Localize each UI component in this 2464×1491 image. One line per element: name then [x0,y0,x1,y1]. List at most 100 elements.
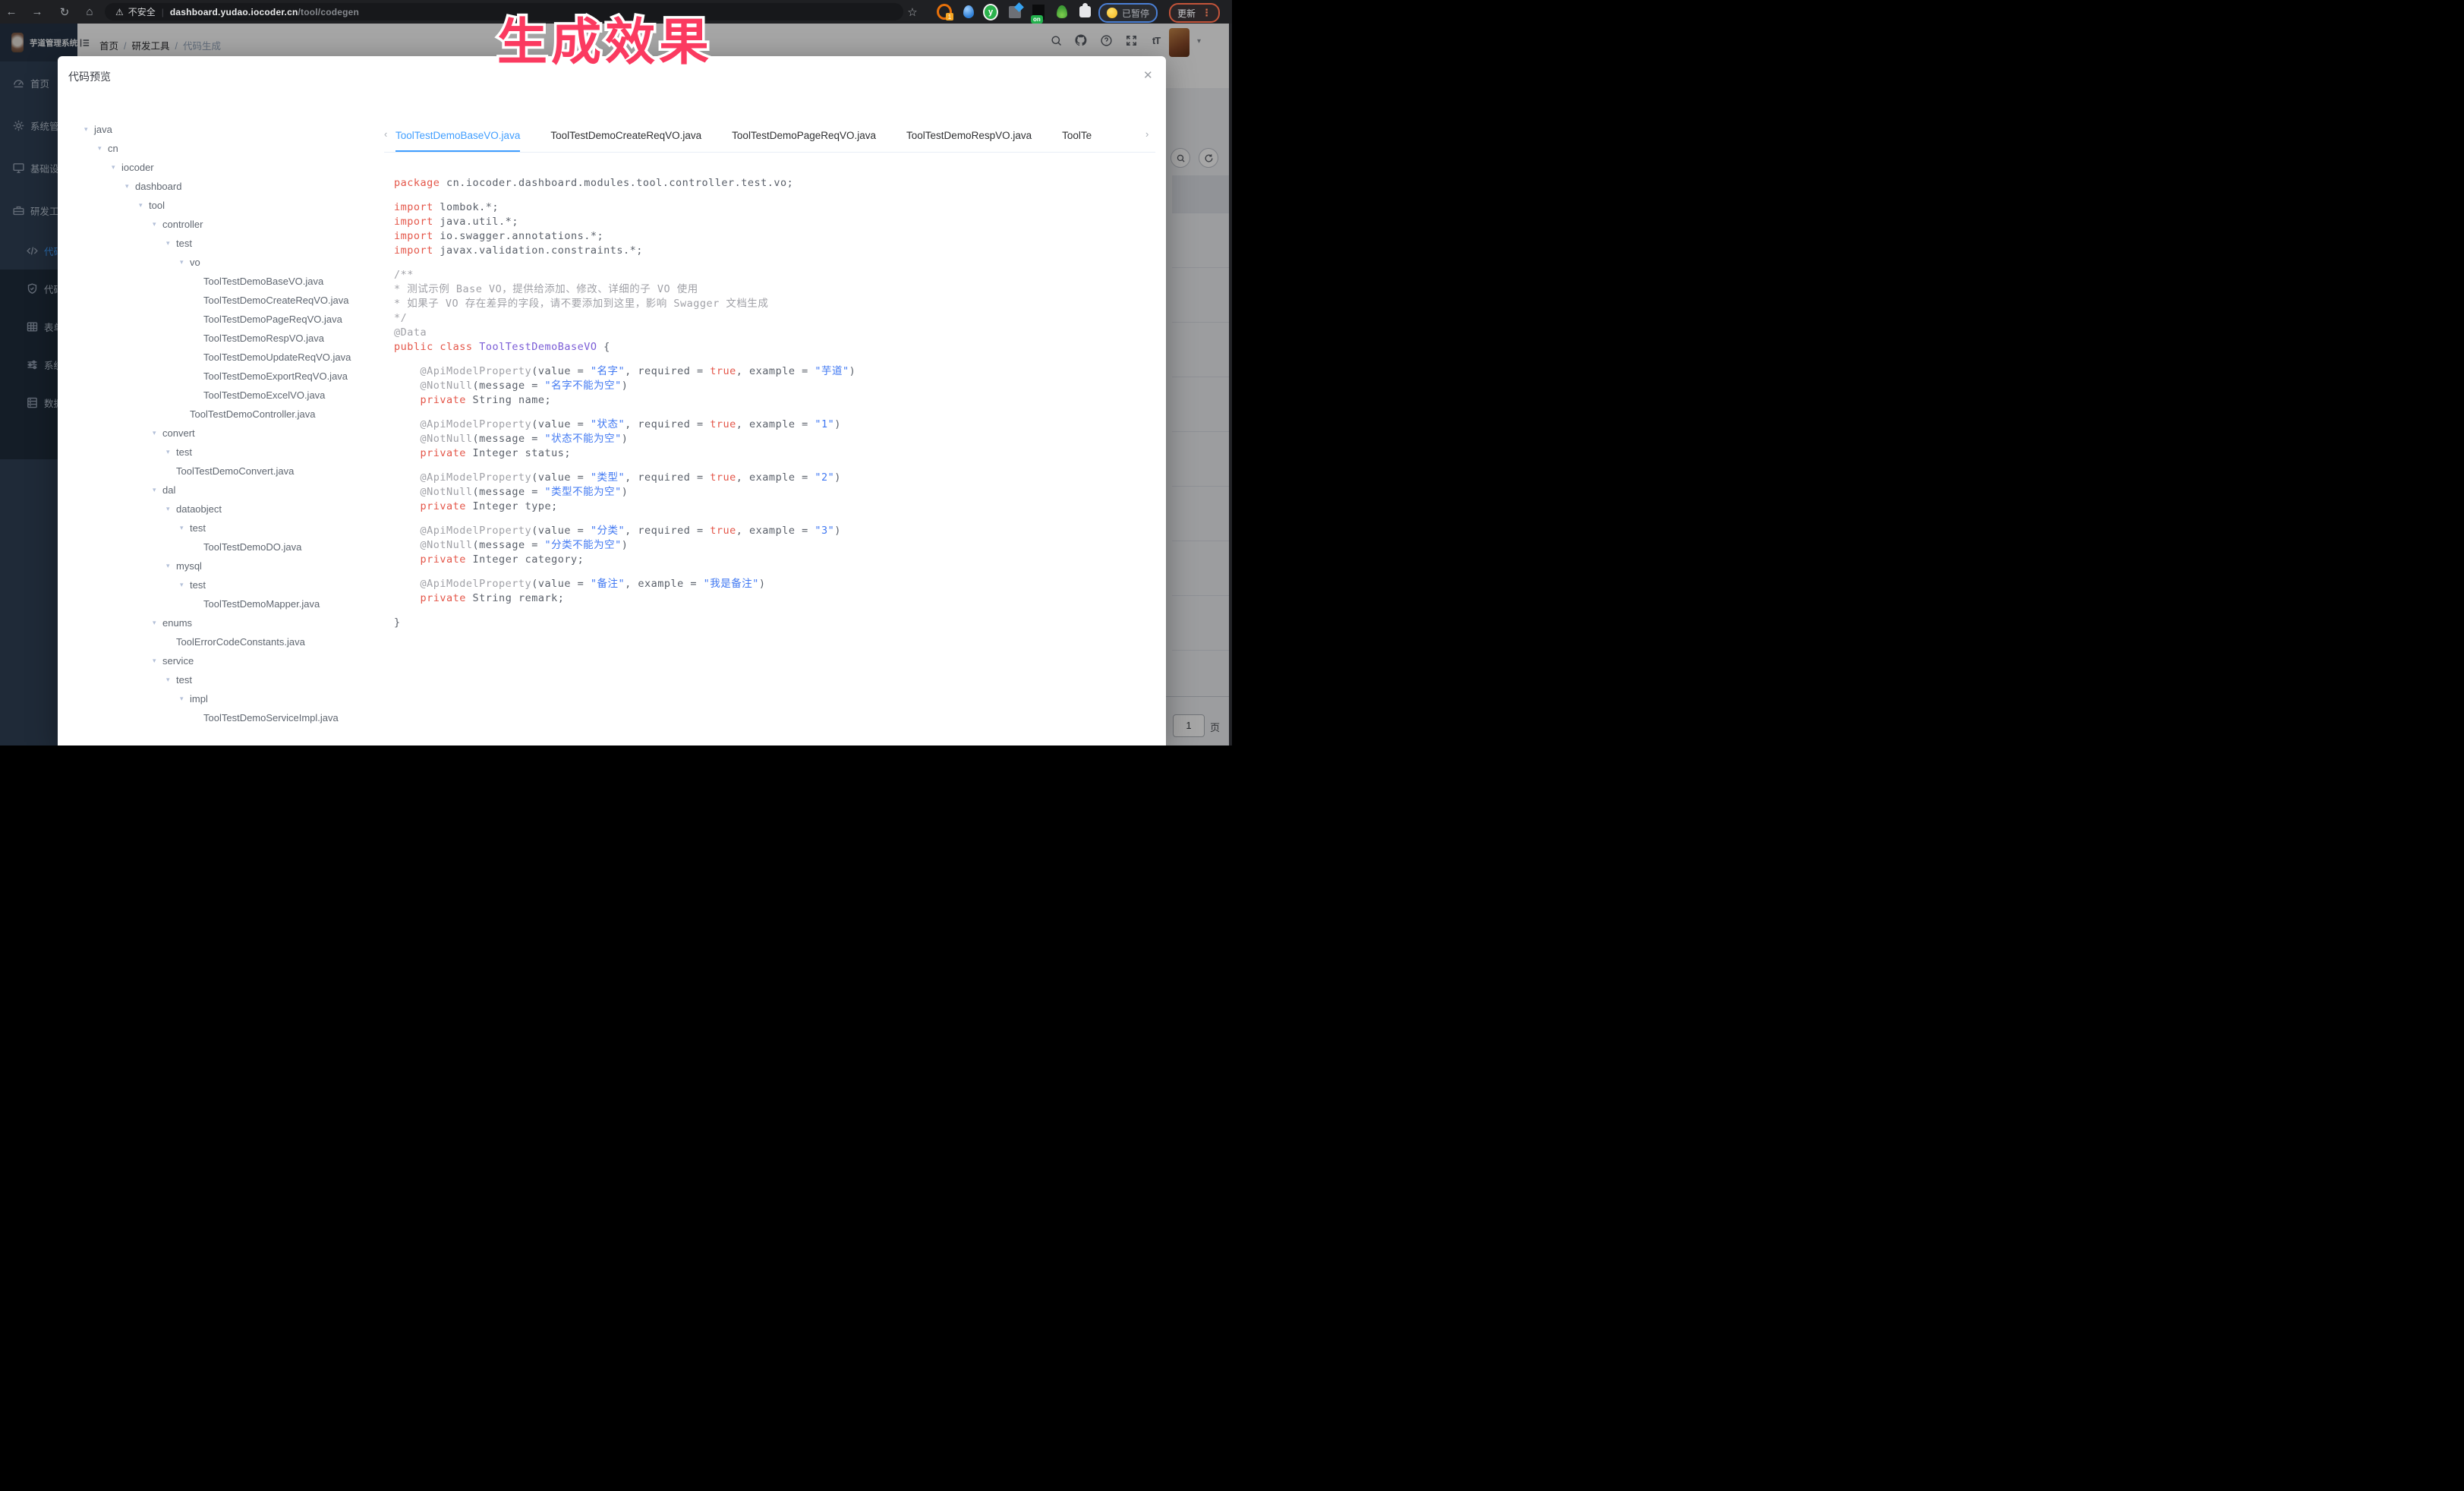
tree-caret-icon[interactable]: ▾ [166,234,176,253]
tree-node-file[interactable]: ToolTestDemoRespVO.java [80,329,376,348]
tree-node-file[interactable]: ToolTestDemoConvert.java [80,462,376,481]
tree-node-label: convert [162,424,195,443]
tree-caret-icon[interactable]: ▾ [153,424,162,443]
code-line: } [394,616,855,630]
tree-caret-icon[interactable]: ▾ [166,670,176,689]
code-line: */ [394,311,855,326]
extension-orange-ring-icon[interactable]: 1 [937,3,952,20]
tree-node-folder[interactable]: ▾test [80,234,376,253]
tree-node-file[interactable]: ToolTestDemoController.java [80,405,376,424]
bookmark-star-icon[interactable]: ☆ [906,3,919,20]
code-line: import java.util.*; [394,215,855,229]
tree-node-file[interactable]: ToolTestDemoExportReqVO.java [80,367,376,386]
tree-node-file[interactable]: ToolTestDemoMapper.java [80,594,376,613]
tree-node-label: dal [162,481,175,500]
code-line: public class ToolTestDemoBaseVO { [394,340,855,355]
tree-node-folder[interactable]: ▾cn [80,139,376,158]
tree-caret-icon[interactable]: ▾ [180,519,190,537]
tree-node-folder[interactable]: ▾test [80,575,376,594]
code-line: import io.swagger.annotations.*; [394,229,855,244]
tree-node-label: dataobject [176,500,222,519]
extension-drop-icon[interactable] [963,3,975,20]
tabs-scroll-right-icon[interactable]: › [1145,128,1149,140]
tree-node-label: test [176,443,192,462]
tree-node-file[interactable]: ToolTestDemoCreateReqVO.java [80,291,376,310]
extension-list-icon[interactable]: on [1032,3,1045,20]
code-blank-line [394,514,855,524]
extension-y-icon[interactable]: y [983,3,998,20]
tabs-scroll-left-icon[interactable]: ‹ [384,128,387,140]
tree-node-folder[interactable]: ▾dal [80,481,376,500]
close-icon[interactable]: ✕ [1143,68,1153,82]
file-tabs-bar: ‹ ToolTestDemoBaseVO.java ToolTestDemoCre… [384,121,1155,153]
code-line: import javax.validation.constraints.*; [394,244,855,258]
file-tab[interactable]: ToolTestDemoBaseVO.java [395,121,520,152]
tree-node-folder[interactable]: ▾enums [80,613,376,632]
tree-caret-icon[interactable]: ▾ [112,158,121,177]
file-tab[interactable]: ToolTestDemoRespVO.java [906,121,1032,152]
tree-caret-icon[interactable]: ▾ [98,139,108,158]
tree-node-folder[interactable]: ▾iocoder [80,158,376,177]
code-line: @NotNull(message = "状态不能为空") [394,432,855,446]
tree-node-folder[interactable]: ▾service [80,651,376,670]
tree-caret-icon[interactable]: ▾ [180,689,190,708]
browser-reload-icon[interactable]: ↻ [55,0,74,24]
tree-node-folder[interactable]: ▾test [80,443,376,462]
code-line: @NotNull(message = "分类不能为空") [394,538,855,553]
app-viewport: 芋道管理系统 首页/研发工具/代码生成 tT ▾ 首 [0,24,1232,746]
tree-node-file[interactable]: ToolTestDemoServiceImpl.java [80,708,376,727]
browser-scrollbar[interactable] [1229,24,1232,746]
tree-caret-icon[interactable]: ▾ [166,556,176,575]
code-line: @NotNull(message = "类型不能为空") [394,485,855,500]
tree-node-folder[interactable]: ▾tool [80,196,376,215]
chrome-update-button[interactable]: 更新 ⋮ [1169,3,1220,23]
code-line: @Data [394,326,855,340]
browser-forward-icon[interactable]: → [27,0,47,24]
tree-node-label: service [162,651,194,670]
tree-caret-icon[interactable]: ▾ [153,613,162,632]
tree-caret-icon[interactable]: ▾ [166,500,176,519]
tree-node-file[interactable]: ToolErrorCodeConstants.java [80,632,376,651]
tree-node-folder[interactable]: ▾controller [80,215,376,234]
extension-badge: 1 [946,13,953,20]
code-preview-modal: 代码预览 ✕ ▾java▾cn▾iocoder▾dashboard▾tool▾c… [58,56,1166,746]
tree-node-folder[interactable]: ▾mysql [80,556,376,575]
tree-node-folder[interactable]: ▾dashboard [80,177,376,196]
tree-node-folder[interactable]: ▾impl [80,689,376,708]
code-line: @NotNull(message = "名字不能为空") [394,379,855,393]
tree-caret-icon[interactable]: ▾ [180,253,190,272]
file-tab[interactable]: ToolTestDemoCreateReqVO.java [550,121,701,152]
tree-caret-icon[interactable]: ▾ [153,651,162,670]
extensions-puzzle-icon[interactable] [1079,3,1092,20]
extension-puzzle-diamond-icon[interactable] [1008,3,1022,20]
tree-node-folder[interactable]: ▾test [80,670,376,689]
tree-node-file[interactable]: ToolTestDemoDO.java [80,537,376,556]
extension-sprout-icon[interactable] [1056,3,1068,20]
tree-node-file[interactable]: ToolTestDemoUpdateReqVO.java [80,348,376,367]
tree-caret-icon[interactable]: ▾ [84,120,94,139]
tree-node-folder[interactable]: ▾convert [80,424,376,443]
tree-node-file[interactable]: ToolTestDemoPageReqVO.java [80,310,376,329]
tree-node-folder[interactable]: ▾vo [80,253,376,272]
tree-caret-icon[interactable]: ▾ [153,481,162,500]
tree-node-folder[interactable]: ▾dataobject [80,500,376,519]
tree-node-file[interactable]: ToolTestDemoExcelVO.java [80,386,376,405]
tree-caret-icon[interactable]: ▾ [139,196,149,215]
browser-menu-kebab-icon[interactable]: ⋮ [1202,7,1212,19]
not-secure-label: 不安全 [128,5,156,18]
tree-caret-icon[interactable]: ▾ [153,215,162,234]
tree-node-file[interactable]: ToolTestDemoBaseVO.java [80,272,376,291]
tree-node-folder[interactable]: ▾java [80,120,376,139]
tree-node-folder[interactable]: ▾test [80,519,376,537]
browser-back-icon[interactable]: ← [2,0,21,24]
code-line: @ApiModelProperty(value = "名字", required… [394,364,855,379]
paused-extension-button[interactable]: 已暂停 [1098,3,1158,23]
file-tab[interactable]: ToolTe [1062,121,1092,152]
file-tab[interactable]: ToolTestDemoPageReqVO.java [732,121,876,152]
tree-caret-icon[interactable]: ▾ [166,443,176,462]
tree-caret-icon[interactable]: ▾ [180,575,190,594]
tree-caret-icon[interactable]: ▾ [125,177,135,196]
browser-home-icon[interactable]: ⌂ [80,0,99,24]
code-blank-line [394,567,855,577]
tree-node-label: ToolTestDemoPageReqVO.java [203,310,342,329]
